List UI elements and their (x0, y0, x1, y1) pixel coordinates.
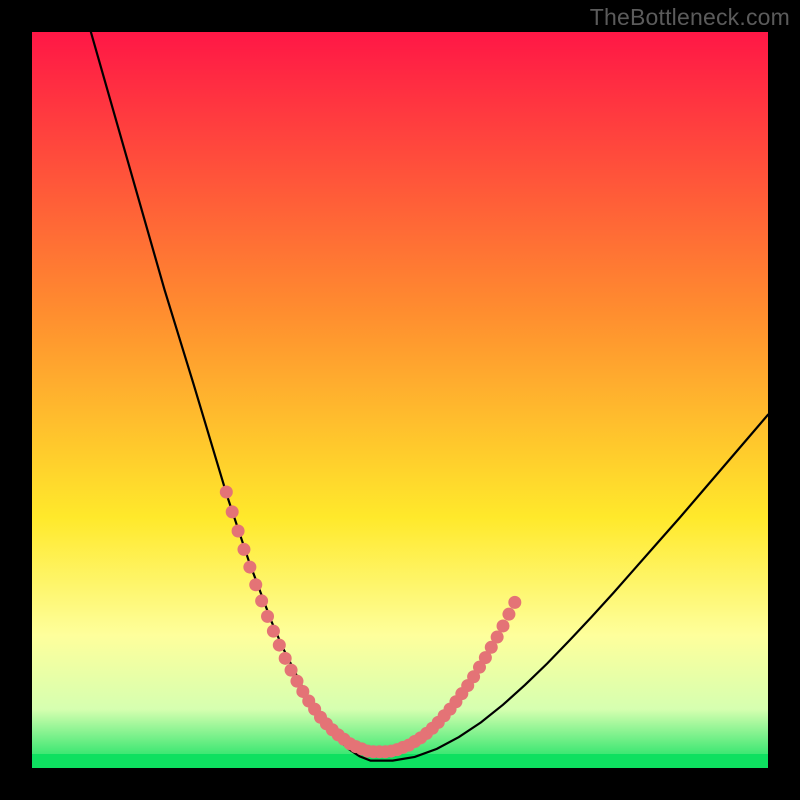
highlight-dot (285, 664, 298, 677)
chart-frame: TheBottleneck.com (0, 0, 800, 800)
green-baseline-strip (32, 754, 768, 768)
plot-area (32, 32, 768, 768)
gradient-background (32, 32, 768, 768)
highlight-dot (273, 639, 286, 652)
highlight-dot (226, 505, 239, 518)
highlight-dot (267, 625, 280, 638)
watermark-text: TheBottleneck.com (590, 4, 790, 31)
highlight-dot (502, 608, 515, 621)
highlight-dot (243, 561, 256, 574)
highlight-dot (232, 525, 245, 538)
highlight-dot (497, 619, 510, 632)
highlight-dot (249, 578, 262, 591)
highlight-dot (237, 543, 250, 556)
highlight-dot (261, 610, 274, 623)
highlight-dot (491, 630, 504, 643)
highlight-dot (255, 594, 268, 607)
highlight-dot (508, 596, 521, 609)
highlight-dot (279, 652, 292, 665)
bottleneck-chart (32, 32, 768, 768)
highlight-dot (220, 486, 233, 499)
